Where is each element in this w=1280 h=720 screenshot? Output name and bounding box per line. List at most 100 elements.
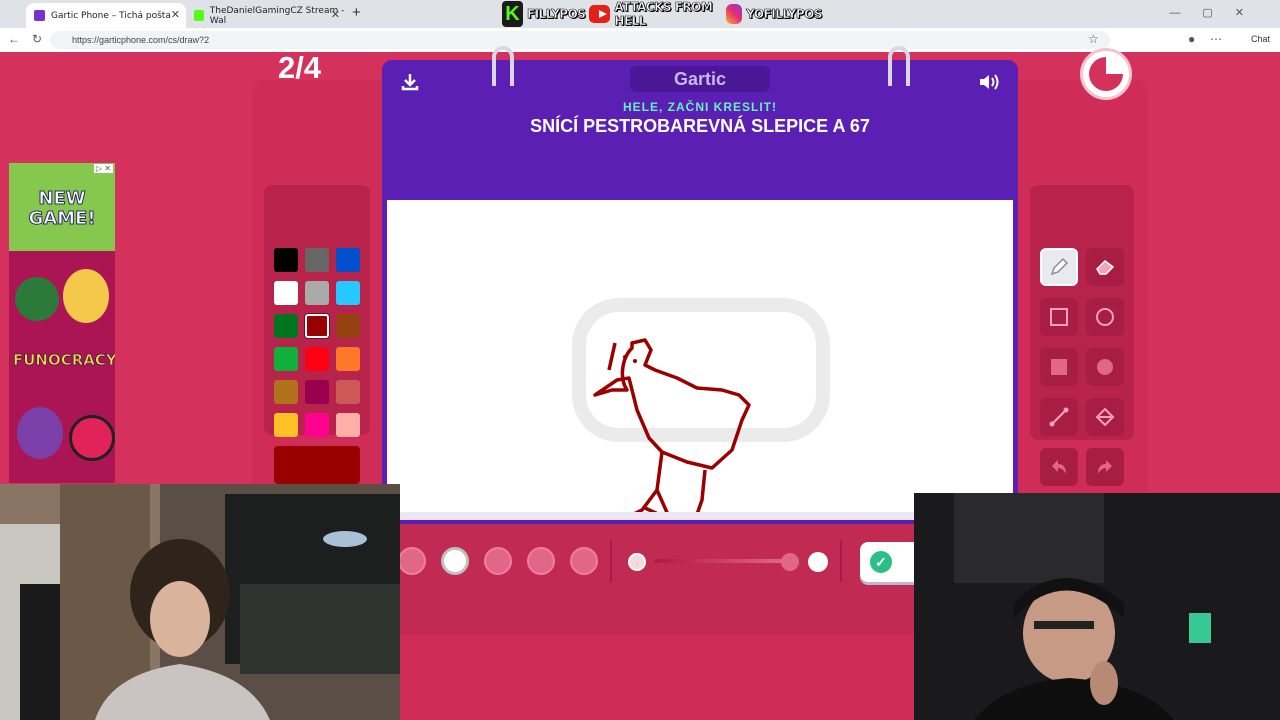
opacity-min-icon [628, 553, 646, 571]
color-swatch-yellow[interactable] [274, 413, 298, 437]
gartic-logo: Gartic [630, 66, 770, 92]
binder-ring [492, 46, 514, 86]
board-bottom-edge [400, 512, 914, 524]
copilot-chat-button[interactable]: Chat [1251, 34, 1270, 44]
webcam-left [0, 484, 400, 720]
eraser-icon [1096, 260, 1115, 275]
instruction-text: HELE, ZAČNI KRESLIT! [623, 100, 777, 114]
undo-button[interactable] [1040, 448, 1078, 486]
address-bar: ← ↻ https://garticphone.com/cs/draw?2 ☆ … [0, 28, 1280, 53]
color-swatch-blue[interactable] [336, 248, 360, 272]
color-swatch-ochre[interactable] [274, 380, 298, 404]
color-swatch-red[interactable] [305, 347, 329, 371]
opacity-max-icon [808, 552, 828, 572]
color-swatch-light-pink[interactable] [336, 413, 360, 437]
kick-logo-icon: K [502, 1, 523, 27]
round-counter: 2/4 [278, 50, 322, 85]
circle-filled-tool[interactable] [1086, 348, 1124, 386]
instagram-handle: YOFILLYPOS [746, 7, 823, 22]
color-swatch-brown[interactable] [336, 314, 360, 338]
color-swatch-black[interactable] [274, 248, 298, 272]
redo-icon [1098, 460, 1112, 474]
binder-ring [888, 46, 910, 86]
line-tool[interactable] [1040, 398, 1078, 436]
browser-tab-stream[interactable]: TheDanielGamingCZ Stream - Wal ✕ [186, 3, 346, 28]
brush-options-bar: ✓ [398, 512, 920, 635]
ad-character-icon [17, 407, 63, 459]
brush-size-3[interactable] [484, 547, 512, 575]
webcam-left-image [0, 484, 400, 720]
color-swatch-plum[interactable] [305, 380, 329, 404]
current-color-preview [274, 446, 360, 484]
circle-filled-icon [1097, 359, 1113, 375]
tab-title: Gartic Phone – Tichá pošta [51, 10, 171, 21]
pencil-tool[interactable] [1040, 248, 1078, 286]
chicken-sketch [593, 338, 751, 470]
advertisement-banner[interactable]: NEW GAME! ▷ ✕ FUNOCRACY [9, 163, 115, 483]
color-swatch-orange[interactable] [336, 347, 360, 371]
opacity-slider-handle[interactable] [781, 553, 799, 571]
ad-brand: FUNOCRACY [13, 351, 115, 370]
color-palette [264, 185, 370, 437]
browser-tab-bar: Gartic Phone – Tichá pošta ✕ TheDanielGa… [0, 0, 1280, 28]
gartic-watermark [572, 298, 830, 442]
done-button[interactable]: ✓ [860, 542, 920, 582]
color-swatch-dark-gray[interactable] [305, 248, 329, 272]
circle-outline-tool[interactable] [1086, 298, 1124, 336]
fill-bucket-tool[interactable] [1086, 398, 1124, 436]
color-swatch-white[interactable] [274, 281, 298, 305]
rectangle-filled-tool[interactable] [1040, 348, 1078, 386]
brush-size-5[interactable] [570, 547, 598, 575]
checkmark-icon: ✓ [870, 551, 892, 573]
tab-title: TheDanielGamingCZ Stream - Wal [209, 5, 345, 26]
brush-size-1[interactable] [398, 547, 426, 575]
line-icon [1049, 407, 1069, 427]
download-icon[interactable] [400, 72, 420, 92]
brush-size-2[interactable] [441, 547, 469, 575]
eraser-tool[interactable] [1086, 248, 1124, 286]
url-field[interactable]: https://garticphone.com/cs/draw?2 [50, 31, 1110, 49]
color-swatch-gray[interactable] [305, 281, 329, 305]
reload-icon[interactable]: ↻ [32, 32, 42, 46]
color-swatch-dark-green[interactable] [274, 314, 298, 338]
color-swatch-salmon[interactable] [336, 380, 360, 404]
drawing-prompt: SNÍCÍ PESTROBAREVNÁ SLEPICE A 67 [530, 116, 870, 136]
webcam-right [914, 493, 1280, 720]
tool-panel [1030, 185, 1134, 486]
profile-avatar[interactable]: ● [1188, 32, 1195, 46]
more-menu-icon[interactable]: ⋯ [1210, 32, 1222, 46]
square-outline-icon [1050, 308, 1068, 326]
webcam-right-image [914, 493, 1280, 720]
opacity-slider[interactable] [654, 559, 784, 563]
brush-size-4[interactable] [527, 547, 555, 575]
color-swatch-dark-red[interactable] [305, 314, 329, 338]
browser-tab-gartic[interactable]: Gartic Phone – Tichá pošta ✕ [26, 3, 186, 28]
back-icon[interactable]: ← [8, 32, 20, 46]
kick-favicon-icon [194, 10, 204, 21]
window-controls[interactable]: —▢✕ [1169, 6, 1266, 19]
close-tab-icon[interactable]: ✕ [171, 8, 180, 21]
ad-thumbs-up-icon [15, 277, 59, 321]
square-filled-icon [1051, 359, 1067, 375]
undo-icon [1052, 460, 1066, 474]
timer-icon [1080, 48, 1132, 100]
ad-title: NEW GAME! [28, 188, 96, 229]
separator [610, 540, 612, 582]
rectangle-outline-tool[interactable] [1040, 298, 1078, 336]
circle-outline-icon [1096, 308, 1114, 326]
color-swatch-green[interactable] [274, 347, 298, 371]
speaker-icon[interactable] [978, 72, 1002, 92]
color-swatch-pink[interactable] [305, 413, 329, 437]
paint-bucket-icon [1095, 407, 1115, 427]
instagram-logo-icon [725, 4, 743, 24]
youtube-logo-icon [589, 5, 611, 23]
redo-button[interactable] [1086, 448, 1124, 486]
ad-close-icon[interactable]: ▷ ✕ [93, 164, 113, 173]
close-tab-icon[interactable]: ✕ [331, 8, 340, 21]
new-tab-button[interactable]: + [352, 4, 361, 21]
board-header: Gartic HELE, ZAČNI KRESLIT! SNÍCÍ PESTRO… [382, 46, 1018, 144]
color-swatch-light-blue[interactable] [336, 281, 360, 305]
bookmark-star-icon[interactable]: ☆ [1088, 32, 1099, 46]
stream-social-overlay: K FILLYPOS ATTACKS FROM HELL YOFILLYPOS [502, 0, 823, 28]
kick-handle: FILLYPOS [527, 7, 587, 22]
